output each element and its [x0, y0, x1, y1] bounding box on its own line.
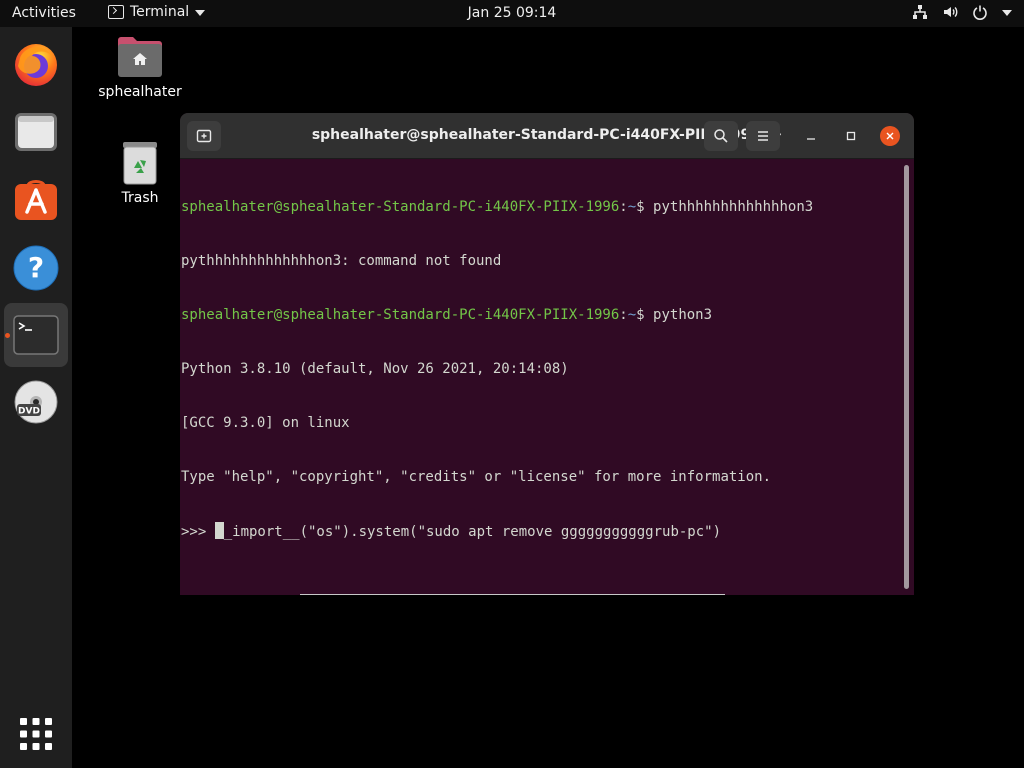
- prompt-user-host: sphealhater@sphealhater-Standard-PC-i440…: [181, 307, 620, 323]
- terminal-input-line[interactable]: >>> _import__("os").system("sudo apt rem…: [181, 522, 914, 540]
- chevron-down-icon[interactable]: [1002, 10, 1012, 16]
- search-icon: [714, 129, 728, 143]
- python-prompt: >>>: [181, 524, 215, 540]
- command-text: $ pythhhhhhhhhhhhhon3: [636, 199, 814, 215]
- vertical-scrollbar[interactable]: [904, 165, 909, 589]
- new-tab-icon: [196, 129, 212, 143]
- network-icon[interactable]: [912, 4, 928, 20]
- terminal-line: pythhhhhhhhhhhhhon3: command not found: [181, 253, 502, 269]
- terminal-line: Type "help", "copyright", "credits" or "…: [181, 469, 772, 485]
- desktop-trash[interactable]: Trash: [100, 140, 180, 206]
- dock-item-firefox[interactable]: [4, 32, 68, 96]
- volume-icon[interactable]: [942, 4, 958, 20]
- clock-button[interactable]: Jan 25 09:14: [468, 5, 557, 21]
- system-tray[interactable]: [912, 4, 1012, 20]
- top-bar: Activities Terminal Jan 25 09:14: [0, 0, 1024, 27]
- help-icon: ?: [13, 245, 59, 291]
- terminal-icon: [13, 315, 59, 355]
- minimize-button[interactable]: [801, 126, 821, 146]
- terminal-window[interactable]: sphealhater@sphealhater-Standard-PC-i440…: [180, 113, 914, 595]
- svg-text:?: ?: [28, 251, 44, 284]
- software-icon: [15, 180, 57, 220]
- home-folder-icon: [118, 37, 162, 77]
- terminal-line: sphealhater@sphealhater-Standard-PC-i440…: [181, 306, 914, 324]
- dock: ? DVD: [0, 27, 72, 768]
- close-button[interactable]: [880, 126, 900, 146]
- terminal-line: [GCC 9.3.0] on linux: [181, 415, 350, 431]
- trash-icon: [123, 142, 157, 185]
- running-indicator: [5, 333, 10, 338]
- terminal-output[interactable]: sphealhater@sphealhater-Standard-PC-i440…: [180, 159, 914, 595]
- power-icon[interactable]: [972, 4, 988, 20]
- files-icon: [15, 113, 57, 151]
- desktop-home-label: sphealhater: [98, 84, 182, 100]
- dock-item-files[interactable]: [4, 100, 68, 164]
- app-menu-label: Terminal: [130, 4, 190, 20]
- hamburger-menu-icon: [758, 131, 768, 141]
- desktop-home-folder[interactable]: sphealhater: [96, 34, 184, 100]
- show-apps-button[interactable]: [4, 702, 68, 766]
- prompt-path: ~: [627, 199, 637, 215]
- svg-text:DVD: DVD: [18, 407, 40, 417]
- terminal-line: sphealhater@sphealhater-Standard-PC-i440…: [181, 198, 914, 216]
- text-cursor: [214, 522, 224, 539]
- firefox-icon: [15, 44, 57, 86]
- maximize-icon: [846, 131, 856, 141]
- prompt-path: ~: [627, 307, 637, 323]
- dock-item-help[interactable]: ?: [4, 236, 68, 300]
- app-menu[interactable]: Terminal: [108, 4, 206, 20]
- dock-item-terminal[interactable]: [4, 303, 68, 367]
- menu-button[interactable]: [746, 121, 780, 151]
- terminal-header-bar[interactable]: sphealhater@sphealhater-Standard-PC-i440…: [180, 113, 914, 159]
- bottom-divider: [300, 594, 725, 595]
- close-icon: [886, 132, 894, 140]
- terminal-app-icon: [108, 5, 124, 19]
- search-button[interactable]: [704, 121, 738, 151]
- maximize-button[interactable]: [841, 126, 861, 146]
- command-text: $ python3: [636, 307, 713, 323]
- desktop-trash-label: Trash: [121, 190, 159, 206]
- prompt-separator: :: [619, 307, 628, 323]
- dvd-icon: DVD: [14, 380, 58, 424]
- prompt-separator: :: [619, 199, 628, 215]
- dock-item-dvd[interactable]: DVD: [4, 370, 68, 434]
- activities-button[interactable]: Activities: [12, 5, 76, 21]
- minimize-icon: [807, 138, 815, 140]
- prompt-user-host: sphealhater@sphealhater-Standard-PC-i440…: [181, 199, 620, 215]
- terminal-line: Python 3.8.10 (default, Nov 26 2021, 20:…: [181, 361, 569, 377]
- new-tab-button[interactable]: [187, 121, 221, 151]
- chevron-down-icon: [195, 10, 206, 16]
- show-apps-icon: [20, 718, 52, 750]
- dock-item-software[interactable]: [4, 168, 68, 232]
- python-input: _import__("os").system("sudo apt remove …: [223, 524, 722, 540]
